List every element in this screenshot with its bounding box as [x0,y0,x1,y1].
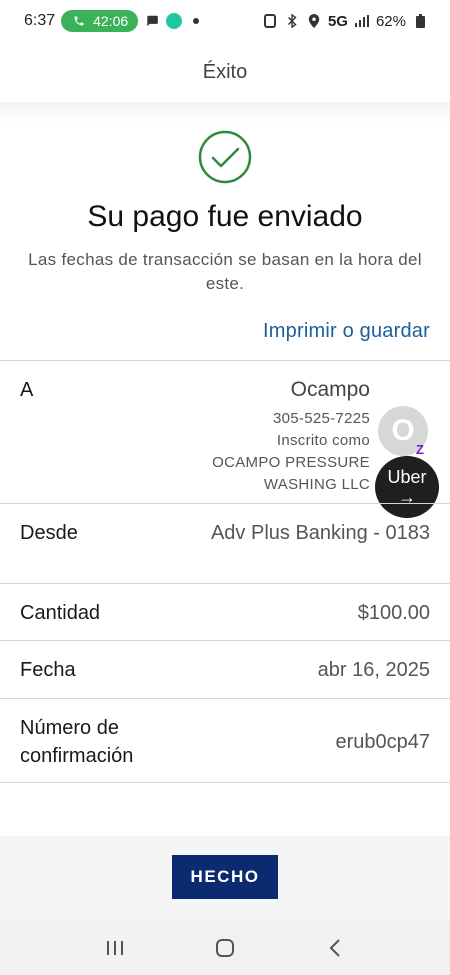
phone-icon [71,13,87,29]
status-left: 6:37 42:06 [24,10,204,32]
success-title: Su pago fue enviado [87,200,363,233]
system-navigation-bar [0,920,450,975]
status-time: 6:37 [24,12,56,29]
home-icon[interactable] [205,928,245,968]
status-bar: 6:37 42:06 5G 62% [0,0,450,42]
from-label: Desde [20,522,78,544]
zelle-badge-icon: Z [416,442,424,457]
recipient-info: Ocampo 305-525-7225 Inscrito como OCAMPO… [212,378,370,496]
amount-value: $100.00 [357,602,430,624]
chat-bubble-icon [144,13,160,29]
divider [0,503,450,504]
uber-floating-bubble[interactable]: Uber → [375,456,439,518]
enrolled-name-line2: WASHING LLC [263,476,370,493]
more-notifications-dot-icon [188,13,204,29]
call-timer: 42:06 [93,13,129,29]
back-icon[interactable] [315,928,355,968]
page-title: Éxito [202,60,248,83]
uber-label: Uber [387,467,427,487]
done-button[interactable]: HECHO [172,855,278,899]
date-value: abr 16, 2025 [317,659,430,681]
app-notification-icon [166,13,183,29]
recent-apps-icon[interactable] [95,928,135,968]
amount-label: Cantidad [20,602,101,624]
divider [0,360,450,361]
recipient-name: Ocampo [290,378,370,401]
divider [0,583,450,584]
battery-percent: 62% [375,12,406,30]
page-header: Éxito [0,42,450,102]
ongoing-call-pill[interactable]: 42:06 [61,10,139,32]
header-shadow [0,102,450,124]
success-subtitle: Las fechas de transacción se basan en la… [28,250,422,293]
print-or-save-link[interactable]: Imprimir o guardar [263,320,430,343]
confirmation-number: erub0cp47 [335,731,430,753]
enrolled-name-line1: OCAMPO PRESSURE [212,454,370,471]
network-type: 5G [327,12,348,30]
location-icon [306,13,322,29]
enrolled-as-label: Inscrito como [276,432,370,449]
success-check-icon [198,130,252,184]
battery-icon [412,13,428,29]
nfc-icon [262,13,278,29]
status-right: 5G 62% [262,13,428,30]
divider [0,782,450,783]
confirmation-label: Número de confirmación [20,714,133,770]
to-label: A [20,379,34,401]
arrow-right-icon: → [398,487,416,507]
confirmation-label-line1: Número de [20,717,119,739]
divider [0,698,450,699]
recipient-phone: 305-525-7225 [272,410,370,427]
from-account-value: Adv Plus Banking - 0183 [210,522,430,544]
signal-icon [354,13,370,29]
divider [0,640,450,641]
date-label: Fecha [20,659,76,681]
confirmation-label-line2: confirmación [20,745,134,767]
bluetooth-icon [284,13,300,29]
